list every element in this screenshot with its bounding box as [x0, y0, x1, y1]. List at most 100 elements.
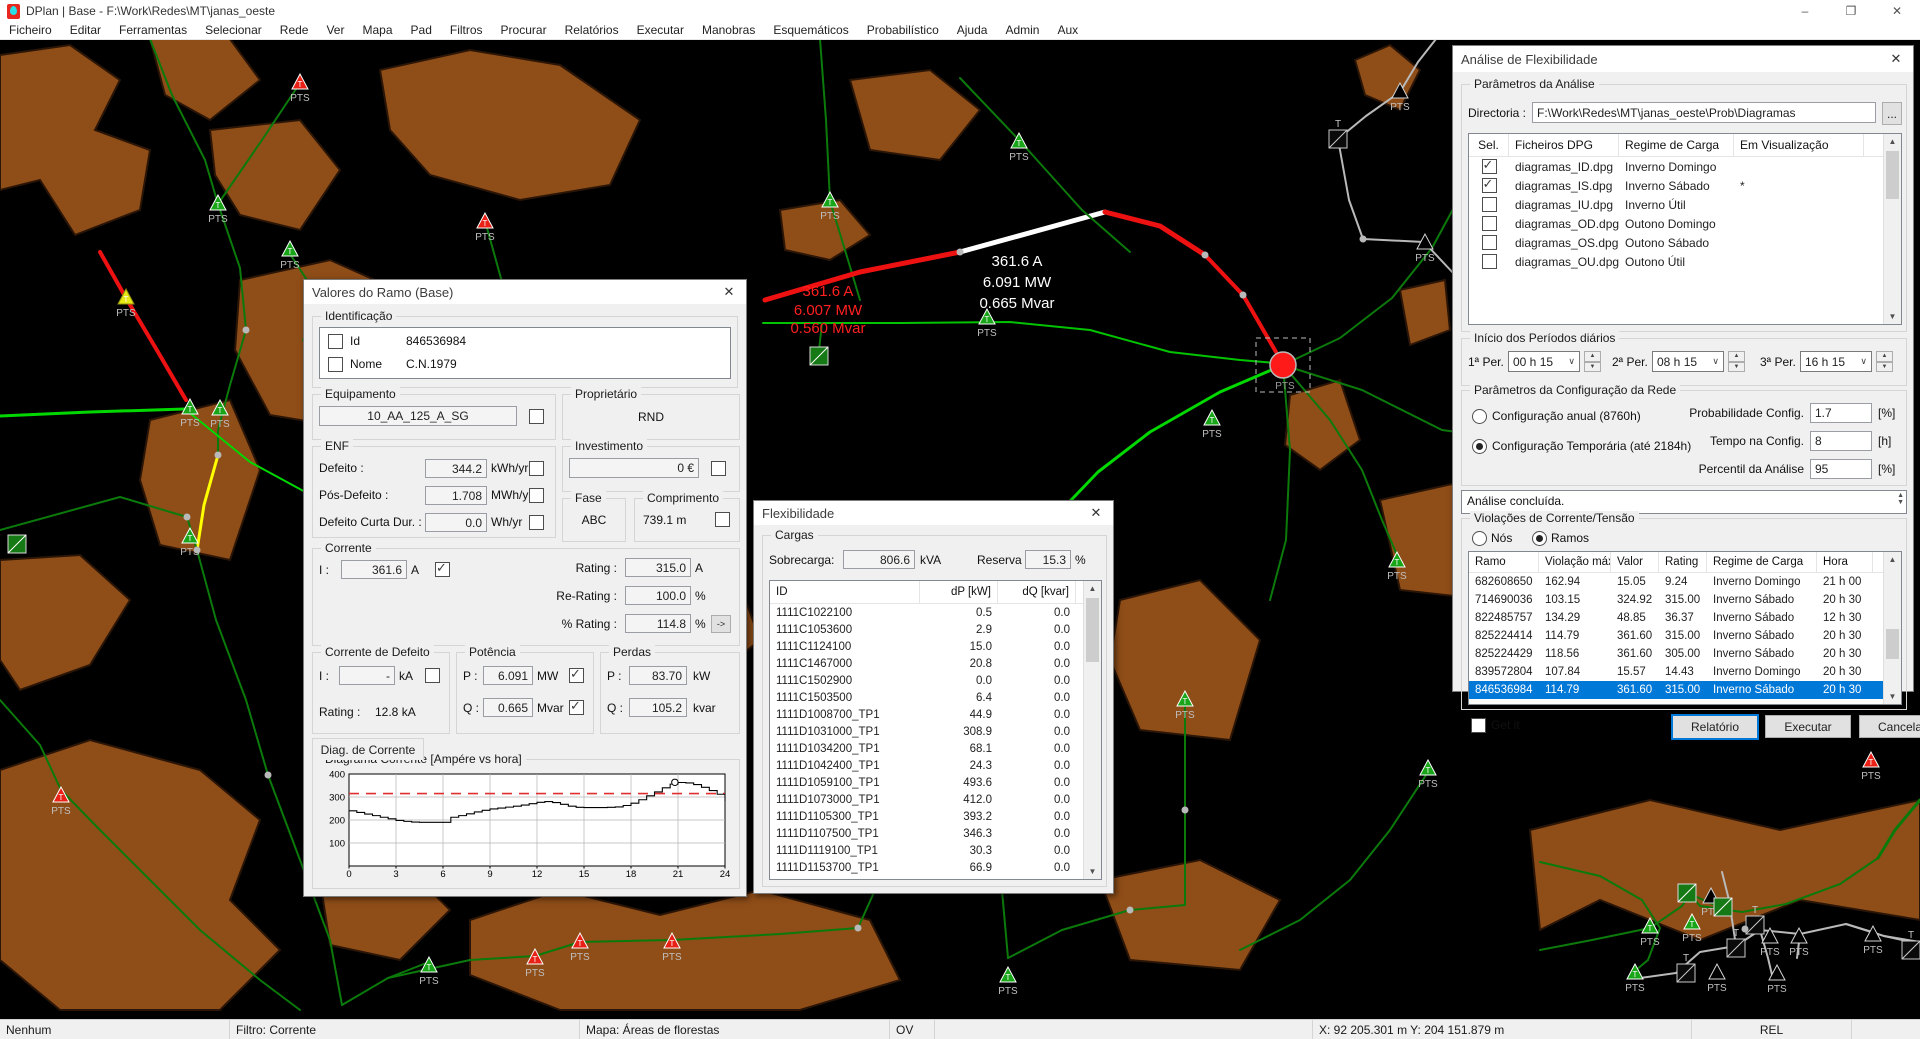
menu-item-editar[interactable]: Editar — [61, 22, 110, 39]
rating-field[interactable]: 315.0 — [625, 558, 691, 577]
file-checkbox[interactable] — [1482, 254, 1497, 269]
table-row[interactable]: 682608650162.9415.059.24Inverno Domingo2… — [1469, 573, 1901, 591]
scroll-up-icon[interactable]: ▲ — [1084, 581, 1101, 596]
cancelar-button[interactable]: Cancelar — [1859, 715, 1920, 738]
scroll-down-icon[interactable]: ▼ — [1884, 689, 1901, 704]
sq-green-marker[interactable] — [8, 535, 26, 553]
enf-row-checkbox[interactable] — [529, 461, 544, 476]
flex-dialog-titlebar[interactable]: Flexibilidade ✕ — [754, 501, 1113, 525]
file-checkbox[interactable] — [1482, 197, 1497, 212]
menu-item-ver[interactable]: Ver — [317, 22, 353, 39]
config-field-input[interactable]: 95 — [1810, 459, 1872, 479]
valores-close-icon[interactable]: ✕ — [712, 280, 746, 304]
dot-marker[interactable] — [855, 925, 862, 932]
config-field-input[interactable]: 1.7 — [1810, 403, 1872, 423]
column-header[interactable]: Violação máx — [1539, 552, 1611, 572]
periodo-spinner[interactable]: ▲▼ — [1728, 351, 1745, 372]
menu-item-rede[interactable]: Rede — [271, 22, 318, 39]
sq-green-marker[interactable] — [1714, 898, 1732, 916]
analise-close-icon[interactable]: ✕ — [1879, 47, 1913, 71]
table-row[interactable]: 1111D1105300_TP1393.20.0 — [770, 808, 1101, 825]
equipamento-field[interactable]: 10_AA_125_A_SG — [319, 406, 517, 426]
file-select-cell[interactable] — [1469, 235, 1509, 250]
dot-marker[interactable] — [1182, 807, 1189, 814]
rerating-field[interactable]: 100.0 — [625, 586, 691, 605]
scrollbar-thumb[interactable] — [1086, 598, 1099, 662]
menu-item-selecionar[interactable]: Selecionar — [196, 22, 271, 39]
minimize-button[interactable]: – — [1782, 0, 1828, 22]
flex-scrollbar[interactable]: ▲▼ — [1083, 581, 1101, 879]
menu-item-esquemticos[interactable]: Esquemáticos — [764, 22, 857, 39]
spin-down[interactable]: ▼ — [1584, 362, 1601, 373]
violations-scrollbar[interactable]: ▲▼ — [1883, 552, 1901, 704]
nome-checkbox[interactable] — [328, 357, 343, 372]
investimento-field[interactable]: 0 € — [569, 458, 699, 478]
periodo-combo[interactable]: 00 h 15∨ — [1508, 351, 1580, 372]
enf-row-field[interactable]: 1.708 — [425, 486, 487, 505]
table-row[interactable]: 714690036103.15324.92315.00Inverno Sábad… — [1469, 591, 1901, 609]
column-header[interactable]: dQ [kvar] — [998, 581, 1076, 603]
analise-dialog-titlebar[interactable]: Análise de Flexibilidade ✕ — [1453, 46, 1913, 72]
scroll-up-icon[interactable]: ▲ — [1884, 552, 1901, 567]
table-row[interactable]: diagramas_ID.dpgInverno Domingo — [1469, 157, 1901, 176]
browse-button[interactable]: ... — [1882, 102, 1902, 125]
executar-button[interactable]: Executar — [1765, 715, 1851, 738]
menu-item-manobras[interactable]: Manobras — [693, 22, 764, 39]
files-scrollbar[interactable]: ▲▼ — [1883, 134, 1901, 324]
file-select-cell[interactable] — [1469, 159, 1509, 174]
cargas-table[interactable]: IDdP [kW]dQ [kvar]1111C10221000.50.01111… — [769, 580, 1102, 880]
table-row[interactable]: 1111D1031000_TP1308.90.0 — [770, 723, 1101, 740]
potencia-p-field[interactable]: 6.091 — [483, 666, 533, 685]
file-checkbox[interactable] — [1482, 216, 1497, 231]
periodo-spinner[interactable]: ▲▼ — [1584, 351, 1601, 372]
dot-marker[interactable] — [1127, 907, 1134, 914]
table-row[interactable]: 1111C10221000.50.0 — [770, 604, 1101, 621]
getit-checkbox[interactable] — [1471, 718, 1486, 733]
menu-item-probabilstico[interactable]: Probabilístico — [858, 22, 948, 39]
dot-marker[interactable] — [1742, 926, 1749, 933]
spin-up[interactable]: ▲ — [1876, 351, 1893, 362]
file-checkbox[interactable] — [1482, 235, 1497, 250]
table-row[interactable]: 1111D1042400_TP124.30.0 — [770, 757, 1101, 774]
spin-down[interactable]: ▼ — [1728, 362, 1745, 373]
table-row[interactable]: 822485757134.2948.8536.37Inverno Sábado1… — [1469, 609, 1901, 627]
dot-marker[interactable] — [1202, 252, 1209, 259]
table-row[interactable]: 839572804107.8415.5714.43Inverno Domingo… — [1469, 663, 1901, 681]
file-select-cell[interactable] — [1469, 254, 1509, 269]
potencia-q-checkbox[interactable] — [569, 700, 584, 715]
table-row[interactable]: diagramas_IU.dpgInverno Útil — [1469, 195, 1901, 214]
investimento-checkbox[interactable] — [711, 461, 726, 476]
column-header[interactable]: Ramo — [1469, 552, 1539, 572]
sobrecarga-field[interactable]: 806.6 — [843, 550, 915, 569]
menu-item-mapa[interactable]: Mapa — [353, 22, 401, 39]
tab-diag-corrente[interactable]: Diag. de Corrente — [312, 738, 424, 760]
table-row[interactable]: 1111C10536002.90.0 — [770, 621, 1101, 638]
valores-dialog-titlebar[interactable]: Valores do Ramo (Base) ✕ — [304, 280, 746, 304]
enf-row-field[interactable]: 0.0 — [425, 513, 487, 532]
comprimento-checkbox[interactable] — [715, 512, 730, 527]
dot-marker[interactable] — [194, 547, 201, 554]
table-row[interactable]: 1111C112410015.00.0 — [770, 638, 1101, 655]
pct-rating-field[interactable]: 114.8 — [625, 614, 691, 633]
close-button[interactable]: ✕ — [1874, 0, 1920, 22]
table-row[interactable]: 1111C15035006.40.0 — [770, 689, 1101, 706]
column-header[interactable]: Sel. — [1469, 134, 1509, 156]
menu-item-pad[interactable]: Pad — [402, 22, 441, 39]
menu-item-ferramentas[interactable]: Ferramentas — [110, 22, 196, 39]
column-header[interactable]: Em Visualização — [1734, 134, 1864, 156]
column-header[interactable]: Ficheiros DPG — [1509, 134, 1619, 156]
spin-down[interactable]: ▼ — [1876, 362, 1893, 373]
table-row[interactable]: 1111D1153700_TP166.90.0 — [770, 859, 1101, 876]
file-checkbox[interactable] — [1482, 159, 1497, 174]
table-row[interactable]: 1111D1107500_TP1346.30.0 — [770, 825, 1101, 842]
defeito-i-checkbox[interactable] — [425, 668, 440, 683]
periodo-combo[interactable]: 08 h 15∨ — [1652, 351, 1724, 372]
spin-up[interactable]: ▲ — [1728, 351, 1745, 362]
dot-marker[interactable] — [184, 514, 191, 521]
scroll-down-icon[interactable]: ▼ — [1084, 864, 1101, 879]
table-row[interactable]: 1111D1008700_TP144.90.0 — [770, 706, 1101, 723]
pct-rating-arrow-button[interactable]: -> — [711, 615, 731, 633]
reserva-field[interactable]: 15.3 — [1025, 550, 1071, 569]
column-header[interactable]: Regime de Carga — [1619, 134, 1734, 156]
directoria-field[interactable]: F:\Work\Redes\MT\janas_oeste\Prob\Diagra… — [1532, 102, 1876, 123]
